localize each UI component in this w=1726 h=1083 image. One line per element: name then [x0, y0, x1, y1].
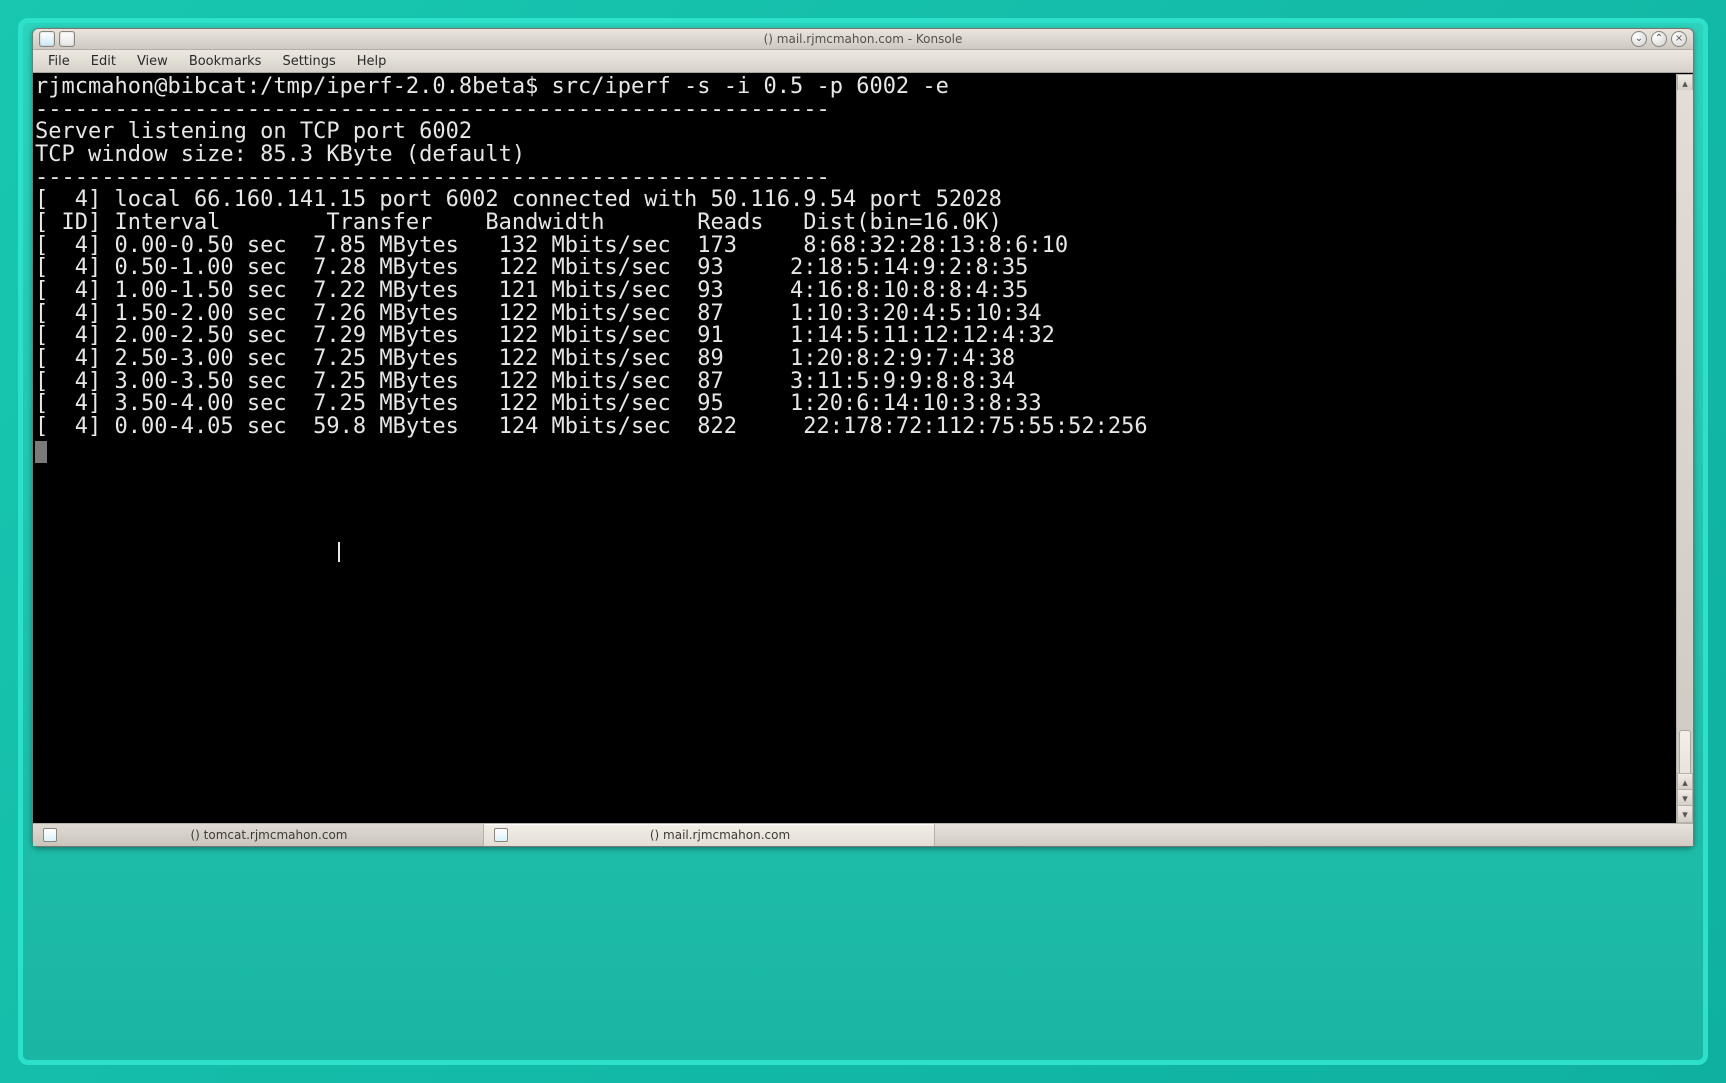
terminal-tab-icon: [43, 828, 57, 842]
menu-edit[interactable]: Edit: [82, 52, 125, 71]
window-titlebar[interactable]: () mail.rjmcmahon.com - Konsole ⌄ ⌃ ×: [33, 29, 1693, 50]
pin-icon[interactable]: [59, 31, 75, 47]
scrollbar[interactable]: ▴ ▴ ▾ ▾: [1676, 74, 1693, 823]
menu-help[interactable]: Help: [348, 52, 396, 71]
tab-label: () mail.rjmcmahon.com: [516, 829, 924, 841]
tab-mail[interactable]: () mail.rjmcmahon.com: [484, 824, 935, 846]
scrollbar-track[interactable]: [1677, 90, 1693, 775]
maximize-button[interactable]: ⌃: [1651, 31, 1667, 47]
scroll-down2-icon[interactable]: ▾: [1677, 805, 1693, 823]
terminal-tab-icon: [494, 828, 508, 842]
menu-bookmarks[interactable]: Bookmarks: [180, 52, 271, 71]
menu-settings[interactable]: Settings: [273, 52, 344, 71]
text-caret: [338, 542, 340, 562]
menu-file[interactable]: File: [39, 52, 79, 71]
terminal-window: () mail.rjmcmahon.com - Konsole ⌄ ⌃ × Fi…: [32, 28, 1694, 847]
close-button[interactable]: ×: [1671, 31, 1687, 47]
tab-bar: () tomcat.rjmcmahon.com () mail.rjmcmaho…: [33, 823, 1693, 846]
tab-tomcat[interactable]: () tomcat.rjmcmahon.com: [33, 824, 484, 846]
menu-view[interactable]: View: [128, 52, 177, 71]
terminal-output[interactable]: rjmcmahon@bibcat:/tmp/iperf-2.0.8beta$ s…: [33, 74, 1676, 823]
window-title: () mail.rjmcmahon.com - Konsole: [33, 33, 1693, 45]
app-icon: [39, 31, 55, 47]
menu-bar: File Edit View Bookmarks Settings Help: [33, 50, 1693, 73]
block-cursor: [35, 441, 47, 463]
minimize-button[interactable]: ⌄: [1631, 31, 1647, 47]
tab-label: () tomcat.rjmcmahon.com: [65, 829, 473, 841]
